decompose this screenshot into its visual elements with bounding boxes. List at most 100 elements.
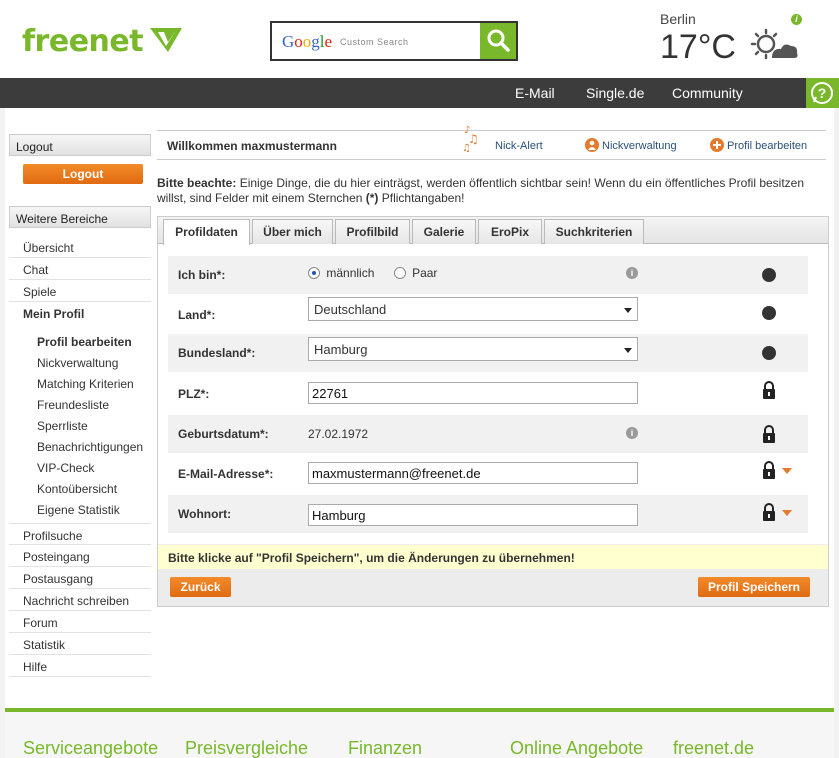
tab-search-criteria[interactable]: Suchkriterien <box>544 219 644 244</box>
search-input[interactable]: Google Custom Search <box>272 23 480 59</box>
weather-city: Berlin <box>660 11 696 27</box>
visibility-dropdown-icon[interactable] <box>782 468 792 474</box>
footer-service-offers[interactable]: Serviceangebote <box>23 738 158 758</box>
form-row-country: Land*: Deutschland <box>168 296 808 334</box>
city-input[interactable]: Hamburg <box>308 504 638 526</box>
sidebar-item-games[interactable]: Spiele <box>9 280 151 302</box>
sidebar-item-forum[interactable]: Forum <box>9 611 151 633</box>
search-button[interactable] <box>480 23 516 59</box>
radio-male-label: männlich <box>326 266 375 280</box>
footer-freenet-de[interactable]: freenet.de <box>673 738 754 758</box>
save-profile-button[interactable]: Profil Speichern <box>698 577 810 597</box>
weather-temperature: 17°C <box>660 28 736 66</box>
lock-icon[interactable] <box>762 425 776 443</box>
nav-community[interactable]: Community <box>672 85 743 101</box>
nav-email[interactable]: E-Mail <box>515 85 555 101</box>
sidebar-sub-vip-check[interactable]: VIP-Check <box>37 461 94 475</box>
svg-text:?: ? <box>818 85 827 101</box>
more-areas-header: Weitere Bereiche <box>9 206 151 228</box>
public-globe-icon[interactable] <box>762 346 776 360</box>
state-select[interactable]: Hamburg <box>308 337 638 361</box>
nick-management-link[interactable]: Nickverwaltung <box>602 140 677 152</box>
zip-input[interactable]: 22761 <box>308 382 638 404</box>
radio-couple[interactable] <box>393 267 406 279</box>
help-question-icon: ? <box>811 82 833 104</box>
sidebar-item-my-profile[interactable]: Mein Profil <box>9 302 151 324</box>
birthdate-value: 27.02.1972 <box>308 427 369 441</box>
footer-finance[interactable]: Finanzen <box>348 738 422 758</box>
chevron-down-icon <box>624 348 632 353</box>
sidebar-item-chat[interactable]: Chat <box>9 258 151 280</box>
page: freenet Google Custom Search Berlin 17°C <box>0 0 839 758</box>
sidebar-sub-nick-management[interactable]: Nickverwaltung <box>37 356 118 370</box>
notice-text: Einige Dinge, die du hier einträgst, wer… <box>157 176 805 205</box>
sidebar-item-write-message[interactable]: Nachricht schreiben <box>9 589 151 611</box>
notice-tail: Pflichtangaben! <box>378 191 465 205</box>
info-icon[interactable]: i <box>626 427 638 439</box>
footer-price-comparison[interactable]: Preisvergleiche <box>185 738 308 758</box>
zip-label: PLZ*: <box>178 387 210 401</box>
sidebar-sub-account[interactable]: Kontoübersicht <box>37 482 117 496</box>
radio-couple-label: Paar <box>412 266 438 280</box>
sidebar-item-profile-search[interactable]: Profilsuche <box>9 523 151 545</box>
country-value: Deutschland <box>314 302 387 317</box>
sidebar-sub-statistics[interactable]: Eigene Statistik <box>37 503 120 517</box>
nav-single-de[interactable]: Single.de <box>586 85 644 101</box>
public-globe-icon[interactable] <box>762 306 776 320</box>
logout-header: Logout <box>9 134 151 156</box>
search-icon <box>487 29 510 52</box>
radio-male[interactable] <box>308 267 320 279</box>
notice-star: (*) <box>365 191 379 205</box>
google-search-box: Google Custom Search <box>270 21 518 61</box>
sidebar-item-overview[interactable]: Übersicht <box>9 236 151 258</box>
chevron-down-icon <box>624 308 632 313</box>
sidebar-item-inbox[interactable]: Posteingang <box>9 545 151 567</box>
save-hint: Bitte klicke auf "Profil Speichern", um … <box>158 544 828 569</box>
sidebar-sub-friends[interactable]: Freundesliste <box>37 398 109 412</box>
form-row-zip: PLZ*: 22761 <box>168 375 808 413</box>
form-row-city: Wohnort: Hamburg <box>168 495 808 533</box>
visibility-dropdown-icon[interactable] <box>782 510 792 516</box>
public-globe-icon[interactable] <box>762 268 776 282</box>
tab-gallery[interactable]: Galerie <box>412 219 476 244</box>
lock-icon[interactable] <box>762 503 776 521</box>
country-select[interactable]: Deutschland <box>308 297 638 321</box>
user-icon <box>585 138 599 152</box>
content-area: Logout Logout Weitere Bereiche Übersicht… <box>5 108 834 708</box>
tab-profile-data[interactable]: Profildaten <box>163 219 250 245</box>
birthdate-label: Geburtsdatum*: <box>178 427 269 441</box>
email-field[interactable]: maxmustermann@freenet.de <box>308 462 638 484</box>
help-button[interactable]: ? <box>806 78 839 108</box>
weather-info-icon[interactable]: i <box>791 14 802 25</box>
freenet-logo[interactable]: freenet <box>22 24 144 59</box>
sidebar-sub-matching-criteria[interactable]: Matching Kriterien <box>37 377 134 391</box>
tab-eropix[interactable]: EroPix <box>478 219 542 244</box>
sidebar-sub-notifications[interactable]: Benachrichtigungen <box>37 440 143 454</box>
sidebar-item-outbox[interactable]: Postausgang <box>9 567 151 589</box>
info-icon[interactable]: i <box>626 267 638 279</box>
sidebar-item-help[interactable]: Hilfe <box>9 655 151 677</box>
lock-icon[interactable] <box>762 461 776 479</box>
logout-button[interactable]: Logout <box>23 164 143 184</box>
tab-about-me[interactable]: Über mich <box>252 219 333 244</box>
public-notice: Bitte beachte: Einige Dinge, die du hier… <box>157 176 829 206</box>
footer-online-offers[interactable]: Online Angebote <box>510 738 643 758</box>
notice-label: Bitte beachte: <box>157 176 237 190</box>
google-logo: Google <box>282 32 333 51</box>
sidebar-sub-edit-profile[interactable]: Profil bearbeiten <box>37 335 132 349</box>
lock-icon[interactable] <box>762 381 776 399</box>
state-value: Hamburg <box>314 342 368 357</box>
nick-alert-link[interactable]: Nick-Alert <box>495 140 543 152</box>
header: freenet Google Custom Search Berlin 17°C <box>0 0 839 78</box>
form-row-state: Bundesland*: Hamburg <box>168 334 808 372</box>
tab-profile-picture[interactable]: Profilbild <box>335 219 410 244</box>
gender-label: Ich bin*: <box>178 268 226 282</box>
form-row-gender: Ich bin*: männlich Paar i <box>168 256 808 294</box>
svg-text:♫: ♫ <box>462 143 471 153</box>
edit-profile-link[interactable]: Profil bearbeiten <box>727 140 807 152</box>
sidebar-sub-blocklist[interactable]: Sperrliste <box>37 419 88 433</box>
welcome-text: Willkommen maxmustermann <box>167 139 337 153</box>
state-label: Bundesland*: <box>178 346 256 360</box>
back-button[interactable]: Zurück <box>170 577 231 597</box>
sidebar-item-statistic[interactable]: Statistik <box>9 633 151 655</box>
